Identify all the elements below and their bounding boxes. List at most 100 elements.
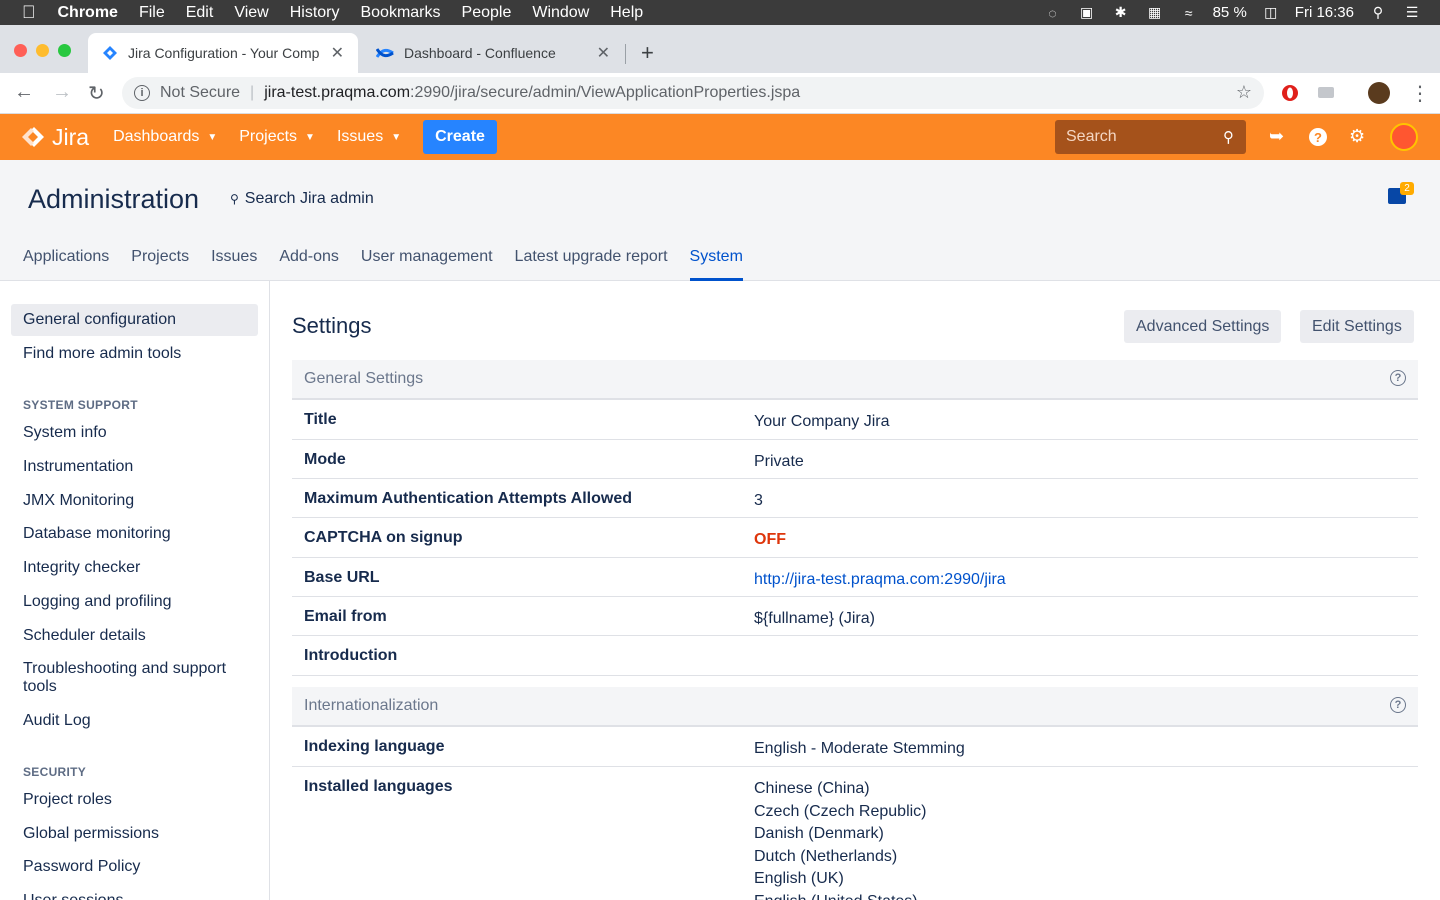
sidebar-item-find-more-admin-tools[interactable]: Find more admin tools [11,338,258,370]
chrome-menu-icon[interactable]: ⋮ [1410,81,1430,106]
sidebar-item-general-configuration[interactable]: General configuration [11,304,258,336]
opera-extension-icon[interactable] [1281,84,1299,102]
forward-icon[interactable]: → [52,81,72,104]
language-item: Chinese (China) [754,780,870,797]
megaphone-icon[interactable]: ➥ [1269,126,1284,147]
url-host: jira-test.praqma.com [264,84,411,101]
search-icon: ⚲ [230,192,239,206]
tab-applications[interactable]: Applications [23,248,109,281]
apple-icon[interactable]:  [22,2,36,23]
sidebar-item-audit-log[interactable]: Audit Log [11,705,258,737]
profile-avatar[interactable] [1368,82,1390,104]
spotlight-icon[interactable]: ⚲ [1368,4,1388,20]
tab-jira-configuration[interactable]: Jira Configuration - Your Comp ✕ [88,33,358,73]
jira-favicon-icon [103,46,117,60]
admin-search-label: Search Jira admin [244,190,374,207]
setting-value: 3 [754,492,763,509]
sidebar-item-troubleshooting[interactable]: Troubleshooting and support tools [11,653,258,703]
gear-icon[interactable]: ⚙ [1349,126,1365,147]
sidebar-item-password-policy[interactable]: Password Policy [11,851,258,883]
sidebar-item-system-info[interactable]: System info [11,417,258,449]
jira-logo[interactable]: Jira [22,124,89,151]
sidebar-heading-system-support: SYSTEM SUPPORT [23,398,138,412]
tab-projects[interactable]: Projects [131,248,189,281]
cast-extension-icon[interactable] [1316,84,1336,102]
page-title: Administration [28,184,200,214]
chevron-down-icon: ▼ [207,131,218,143]
language-item: Danish (Denmark) [754,825,884,842]
advanced-settings-button[interactable]: Advanced Settings [1124,310,1282,343]
settings-row-captcha: CAPTCHA on signup OFF [292,518,1418,558]
help-icon[interactable]: ? [1390,697,1406,713]
close-window-button[interactable] [14,44,27,57]
tab-add-ons[interactable]: Add-ons [279,248,339,281]
menu-edit[interactable]: Edit [186,4,214,22]
sidebar-item-global-permissions[interactable]: Global permissions [11,818,258,850]
settings-row-base-url: Base URL http://jira-test.praqma.com:299… [292,558,1418,597]
window-controls [14,44,71,57]
back-icon[interactable]: ← [14,81,34,104]
setting-label: Base URL [304,569,380,586]
sidebar-item-project-roles[interactable]: Project roles [11,784,258,816]
sidebar-item-database-monitoring[interactable]: Database monitoring [11,518,258,550]
wifi-icon[interactable]: ≈ [1179,5,1199,21]
nav-projects[interactable]: Projects ▼ [239,128,315,146]
keyboard-icon[interactable]: ▦ [1145,4,1165,20]
nav-issues[interactable]: Issues ▼ [337,128,401,146]
sidebar-item-user-sessions[interactable]: User sessions [11,885,258,900]
search-icon: ⚲ [1223,129,1234,146]
close-tab-icon[interactable]: ✕ [597,43,610,63]
admin-search[interactable]: ⚲ Search Jira admin [230,190,374,208]
tab-system[interactable]: System [689,248,743,281]
sidebar-item-integrity-checker[interactable]: Integrity checker [11,552,258,584]
sidebar-item-logging-and-profiling[interactable]: Logging and profiling [11,586,258,618]
not-secure-label[interactable]: Not Secure [160,84,240,102]
menu-file[interactable]: File [139,4,165,22]
nav-dashboards[interactable]: Dashboards ▼ [113,128,217,146]
tab-latest-upgrade-report[interactable]: Latest upgrade report [515,248,668,281]
setting-value: Your Company Jira [754,413,890,430]
menu-people[interactable]: People [462,4,512,22]
tab-issues[interactable]: Issues [211,248,257,281]
bookmark-star-icon[interactable]: ☆ [1236,82,1252,103]
help-icon[interactable]: ? [1390,370,1406,386]
setting-label: Mode [304,451,346,468]
notification-center-icon[interactable]: ☰ [1402,4,1422,20]
menu-history[interactable]: History [290,4,340,22]
jira-search-input[interactable]: Search ⚲ [1055,120,1246,154]
edit-settings-button[interactable]: Edit Settings [1300,310,1414,343]
reload-icon[interactable]: ↻ [88,81,105,106]
activity-icon[interactable]: ◌ [1043,5,1063,21]
clock[interactable]: Fri 16:36 [1295,4,1354,21]
close-tab-icon[interactable]: ✕ [331,43,344,63]
create-button[interactable]: Create [423,120,497,154]
tab-user-management[interactable]: User management [361,248,493,281]
base-url-link[interactable]: http://jira-test.praqma.com:2990/jira [754,569,1006,592]
search-placeholder: Search [1066,128,1117,145]
bluetooth-icon[interactable]: ✱ [1111,4,1131,20]
tab-confluence-dashboard[interactable]: Dashboard - Confluence ✕ [362,33,624,73]
user-avatar[interactable] [1390,123,1418,151]
battery-percent[interactable]: 85 % [1213,4,1247,21]
internationalization-heading: Internationalization ? [292,687,1418,727]
menu-app-name[interactable]: Chrome [58,4,118,22]
new-tab-icon[interactable]: + [641,40,654,66]
sidebar-item-instrumentation[interactable]: Instrumentation [11,451,258,483]
docker-icon[interactable]: ▣ [1077,4,1097,20]
menu-help[interactable]: Help [610,4,643,22]
help-icon[interactable]: ? [1309,128,1327,146]
zoom-window-button[interactable] [58,44,71,57]
battery-icon[interactable]: ◫ [1261,4,1281,20]
settings-row-max-auth-attempts: Maximum Authentication Attempts Allowed … [292,479,1418,518]
sidebar-item-scheduler-details[interactable]: Scheduler details [11,620,258,652]
sidebar-heading-security: SECURITY [23,765,87,779]
minimize-window-button[interactable] [36,44,49,57]
sidebar-item-jmx-monitoring[interactable]: JMX Monitoring [11,485,258,517]
menu-view[interactable]: View [234,4,268,22]
nav-dashboards-label: Dashboards [113,128,200,145]
menu-bookmarks[interactable]: Bookmarks [360,4,440,22]
settings-row-title: Title Your Company Jira [292,400,1418,440]
info-icon[interactable]: i [134,85,150,101]
menu-window[interactable]: Window [532,4,589,22]
address-bar[interactable]: i Not Secure | jira-test.praqma.com:2990… [122,77,1264,109]
